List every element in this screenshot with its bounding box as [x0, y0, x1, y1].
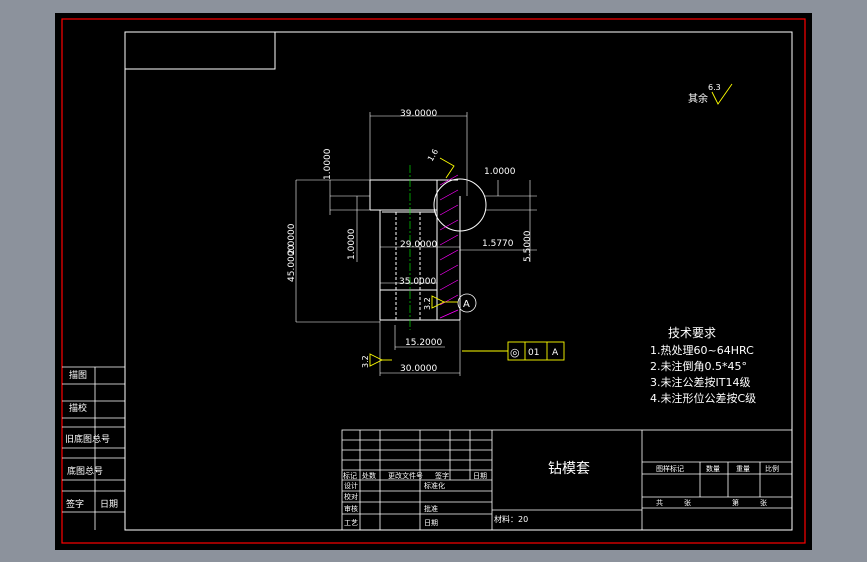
std-cell-3: 日期 — [424, 519, 438, 527]
finish-bottom-value: 3.2 — [361, 355, 370, 368]
header-cell-2: 处数 — [362, 471, 376, 480]
side-row-1: 描图 — [69, 369, 87, 381]
material-label: 材料：20 — [494, 514, 528, 524]
tech-item-3: 3.未注公差按IT14级 — [650, 375, 750, 389]
std-cell-2: 批准 — [424, 504, 438, 513]
left-cell-4: 工艺 — [344, 519, 358, 527]
tech-item-4: 4.未注形位公差按C级 — [650, 391, 756, 405]
left-cell-3: 审核 — [344, 504, 358, 513]
left-cell-1: 设计 — [344, 481, 358, 490]
dim-top-width: 39.0000 — [400, 109, 437, 119]
dim-bore-width: 29.0000 — [400, 240, 437, 250]
tech-title: 技术要求 — [668, 326, 716, 340]
cad-drawing-canvas: 描图 描校 旧底图总号 底图总号 签字 日期 39.0000 1.0000 1.… — [55, 13, 812, 550]
left-cell-2: 校对 — [344, 492, 358, 501]
sheet-total-prefix: 共 — [656, 498, 663, 507]
dim-bottom-width: 30.0000 — [400, 364, 437, 374]
dim-offset: 1.5770 — [482, 239, 514, 249]
std-cell-1: 标准化 — [424, 481, 445, 490]
dim-small-top: 1.0000 — [323, 148, 333, 180]
side-row-6: 日期 — [100, 499, 118, 510]
tolerance-symbol: ◎ — [510, 346, 520, 359]
side-row-3: 旧底图总号 — [65, 433, 110, 445]
finish-global-value: 6.3 — [708, 83, 721, 92]
side-row-4: 底图总号 — [67, 465, 103, 477]
dim-right-height: 5.5000 — [523, 230, 533, 262]
header-cell-4: 签字 — [435, 471, 449, 480]
dim-small-bottom: 15.2000 — [405, 338, 442, 348]
tech-item-1: 1.热处理60~64HRC — [650, 344, 754, 357]
sheet-number-suffix: 张 — [760, 498, 767, 507]
tolerance-value: 01 — [528, 348, 539, 358]
header-cell-5: 日期 — [473, 472, 487, 480]
finish-left-value: 3.2 — [423, 297, 432, 310]
right-header-4: 比例 — [765, 464, 779, 473]
sheet-total-suffix: 张 — [684, 498, 691, 507]
dim-overall-height: 45.0000 — [287, 245, 297, 282]
header-cell-1: 标记 — [343, 471, 357, 480]
tech-item-2: 2.未注倒角0.5*45° — [650, 359, 747, 373]
tolerance-datum: A — [552, 348, 559, 358]
side-row-2: 描校 — [69, 402, 87, 414]
right-header-1: 图样标记 — [656, 464, 684, 473]
side-row-5: 签字 — [66, 498, 84, 510]
dim-mid-width: 35.0000 — [399, 277, 436, 287]
datum-label: A — [463, 299, 470, 310]
dim-right-small: 1.0000 — [484, 167, 516, 177]
finish-global-label: 其余 — [688, 92, 708, 105]
sheet-number-prefix: 第 — [732, 498, 739, 507]
right-header-2: 数量 — [706, 464, 720, 473]
part-name: 钻模套 — [548, 461, 590, 477]
header-cell-3: 更改文件号 — [388, 471, 423, 480]
right-header-3: 重量 — [736, 465, 750, 473]
dim-left-small: 1.0000 — [347, 228, 357, 260]
